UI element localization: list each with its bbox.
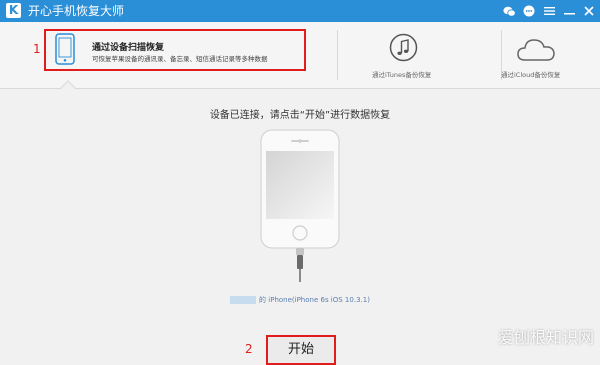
usb-cable-illustration	[296, 248, 304, 282]
device-model-text: 的 iPhone(iPhone 6s iOS 10.3.1)	[259, 296, 370, 304]
tab-icloud-caption: 通过iCloud备份恢复	[501, 71, 561, 79]
menu-icon[interactable]	[542, 4, 556, 18]
tab-device-scan-subtitle: 可恢复苹果设备的通讯录、备忘录、短信通话记录等多种数据	[92, 55, 268, 63]
highlight-box-tab	[44, 29, 306, 71]
app-title: 开心手机恢复大师	[28, 4, 125, 18]
cloud-icon	[517, 39, 555, 61]
close-icon[interactable]	[582, 4, 596, 18]
connection-prompt: 设备已连接，请点击“开始”进行数据恢复	[209, 110, 391, 121]
window-controls	[502, 0, 596, 22]
tab-itunes-caption: 通过iTunes备份恢复	[372, 71, 432, 79]
phone-illustration	[260, 129, 340, 249]
phone-icon	[55, 33, 75, 65]
device-name-redacted	[230, 296, 257, 304]
step-number-2: 2	[245, 342, 253, 356]
watermark: 爱刨根知识网	[497, 328, 594, 347]
tab-device-scan-title: 通过设备扫描恢复	[92, 43, 165, 53]
minimize-icon[interactable]	[562, 4, 576, 18]
music-note-icon	[389, 33, 418, 62]
wechat-icon[interactable]	[502, 4, 516, 18]
title-bar: K 开心手机恢复大师	[0, 0, 600, 22]
message-icon[interactable]	[522, 4, 536, 18]
connected-device-info: 的 iPhone(iPhone 6s iOS 10.3.1)	[0, 295, 600, 305]
start-button[interactable]: 开始	[266, 335, 336, 365]
step-number-1: 1	[33, 42, 41, 56]
app-logo: K	[6, 3, 21, 18]
